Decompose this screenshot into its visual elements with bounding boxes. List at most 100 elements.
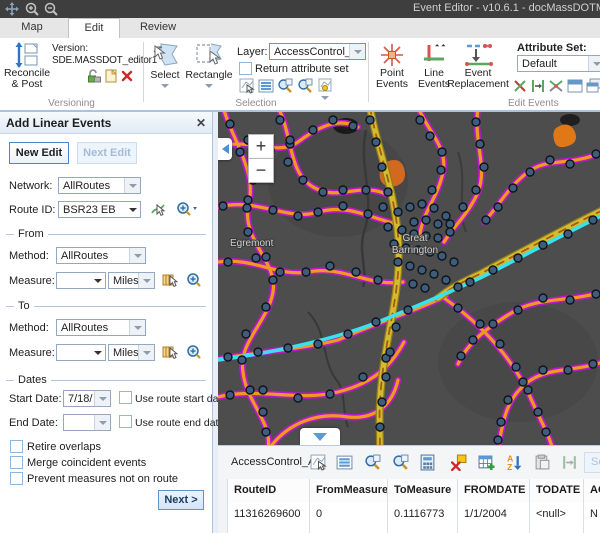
to-zoom-icon[interactable] xyxy=(186,344,202,360)
clear-selection-icon[interactable] xyxy=(317,78,333,94)
from-unit-dropdown[interactable]: Miles xyxy=(108,272,155,289)
new-version-icon[interactable] xyxy=(103,68,119,84)
route-zoom-dropdown-icon[interactable] xyxy=(176,201,200,217)
disabled-table-button[interactable]: Se xyxy=(584,452,600,473)
network-dropdown[interactable]: AllRoutes xyxy=(58,177,141,194)
version-label: Version: xyxy=(52,43,138,54)
copy-attributes-icon[interactable] xyxy=(586,78,600,94)
tab-edit[interactable]: Edit xyxy=(68,18,120,39)
add-record-icon[interactable] xyxy=(478,454,495,471)
use-route-end-date-checkbox[interactable] xyxy=(119,415,132,428)
table-row[interactable]: 11316269600 0 0.1116773 1/1/2004 <null> … xyxy=(218,503,600,528)
rectangle-select-icon xyxy=(195,42,223,70)
event-replacement-button[interactable]: EventReplacement xyxy=(443,42,513,90)
column-header[interactable]: ToMeasure xyxy=(388,479,458,503)
table-header-row: RouteID FromMeasure ToMeasure FROMDATE T… xyxy=(218,479,600,504)
column-header[interactable]: FROMDATE xyxy=(458,479,530,503)
merge-events-icon[interactable] xyxy=(548,78,564,94)
table-toolbar: AccessControl_A xyxy=(218,446,600,480)
pan-to-selected-icon[interactable] xyxy=(392,454,409,471)
select-features-icon[interactable] xyxy=(239,78,255,94)
merge-coincident-checkbox[interactable] xyxy=(10,456,23,469)
next-edit-button[interactable]: Next Edit xyxy=(77,142,137,164)
collapse-panel-tab[interactable] xyxy=(218,138,232,160)
sort-az-icon[interactable]: A Z xyxy=(506,454,523,471)
map-zoom-in-button[interactable]: + xyxy=(248,134,274,159)
field-calculator-icon[interactable] xyxy=(419,454,436,471)
attribute-list-icon[interactable] xyxy=(258,78,274,94)
paste-icon-disabled[interactable] xyxy=(534,454,551,471)
map-label-egremont: Egremont xyxy=(230,238,274,249)
svg-text:Z: Z xyxy=(507,462,512,471)
map-zoom-control: + − xyxy=(248,134,274,183)
next-button[interactable]: Next > xyxy=(158,490,204,510)
route-id-label: Route ID: xyxy=(9,204,55,216)
from-measure-combobox[interactable] xyxy=(56,272,106,289)
end-date-field[interactable] xyxy=(63,414,111,431)
map-canvas[interactable]: Egremont Great Barrington + − xyxy=(218,112,600,445)
from-pick-measure-icon[interactable] xyxy=(162,272,178,288)
to-unit-dropdown[interactable]: Miles xyxy=(108,344,155,361)
column-header[interactable]: FromMeasure xyxy=(310,479,388,503)
from-zoom-icon[interactable] xyxy=(186,272,202,288)
zoom-in-icon[interactable] xyxy=(25,2,39,16)
column-header[interactable]: TODATE xyxy=(530,479,584,503)
zoom-to-selected-icon[interactable] xyxy=(364,454,381,471)
cell-access: N xyxy=(584,527,600,533)
attribute-table-panel: AccessControl_A xyxy=(218,445,600,533)
start-date-field[interactable]: 7/18/ xyxy=(63,390,111,407)
zoom-out-icon[interactable] xyxy=(44,2,58,16)
collapse-table-tab[interactable] xyxy=(300,428,340,445)
map-label-great: Great xyxy=(402,233,427,244)
layer-dropdown-caret[interactable] xyxy=(349,44,365,59)
from-method-dropdown[interactable]: AllRoutes xyxy=(56,247,146,264)
point-events-button[interactable]: PointEvents xyxy=(372,42,412,90)
cell-routeid: 11316269600 xyxy=(228,503,310,527)
zoom-to-selection-icon[interactable] xyxy=(277,78,293,94)
versioning-group-label: Versioning xyxy=(0,98,143,110)
to-measure-combobox[interactable] xyxy=(56,344,106,361)
event-attributes-window-icon[interactable] xyxy=(567,78,583,94)
select-tool-icon[interactable] xyxy=(310,454,327,471)
pan-to-selection-icon[interactable] xyxy=(297,78,313,94)
layer-dropdown[interactable]: AccessControl_A xyxy=(269,43,366,60)
cell-tomeasure: 0.1116773 xyxy=(388,503,458,527)
prevent-measures-checkbox[interactable] xyxy=(10,472,23,485)
column-header[interactable]: AC xyxy=(584,479,600,503)
select-dropdown-caret[interactable] xyxy=(161,84,169,88)
attribute-set-dropdown[interactable]: Default xyxy=(517,55,600,72)
use-route-start-date-checkbox[interactable] xyxy=(119,391,132,404)
split-event-icon[interactable] xyxy=(512,78,528,94)
reconcile-post-button[interactable]: Reconcile& Post xyxy=(2,42,52,90)
select-route-on-map-icon[interactable] xyxy=(150,201,166,217)
route-id-combobox[interactable]: BSR23 EB xyxy=(58,201,141,218)
panel-header: Add Linear Events ✕ xyxy=(0,112,212,134)
new-edit-button[interactable]: New Edit xyxy=(9,142,69,164)
unlock-version-icon[interactable] xyxy=(86,68,102,84)
rectangle-select-button[interactable]: Rectangle xyxy=(186,42,232,88)
map-zoom-out-button[interactable]: − xyxy=(248,158,274,183)
delete-version-icon[interactable] xyxy=(119,68,135,84)
select-button[interactable]: Select xyxy=(146,42,184,88)
extend-icon-disabled[interactable] xyxy=(561,454,578,471)
to-method-dropdown[interactable]: AllRoutes xyxy=(56,319,146,336)
table-row[interactable]: 11316270600 0 0.0795596 1/1/2004 <null> … xyxy=(218,527,600,533)
tab-map[interactable]: Map xyxy=(8,18,56,37)
tab-review[interactable]: Review xyxy=(130,18,186,37)
panel-close-icon[interactable]: ✕ xyxy=(196,116,206,130)
rectangle-dropdown-caret[interactable] xyxy=(205,84,213,88)
retire-overlaps-checkbox[interactable] xyxy=(10,440,23,453)
use-route-start-date-label: Use route start date xyxy=(135,393,227,405)
cell-routeid: 11316270600 xyxy=(228,527,310,533)
point-events-icon xyxy=(379,42,405,68)
pan-icon[interactable] xyxy=(5,2,19,16)
return-attribute-set-checkbox[interactable] xyxy=(239,62,252,75)
chevron-down-icon xyxy=(313,433,327,441)
clear-selection-table-icon[interactable] xyxy=(450,454,467,471)
column-header[interactable]: RouteID xyxy=(228,479,310,503)
extend-event-icon[interactable] xyxy=(530,78,546,94)
attribute-set-caret[interactable] xyxy=(588,56,600,71)
to-pick-measure-icon[interactable] xyxy=(162,344,178,360)
layer-label: Layer: xyxy=(237,46,268,58)
show-selected-records-icon[interactable] xyxy=(336,454,353,471)
